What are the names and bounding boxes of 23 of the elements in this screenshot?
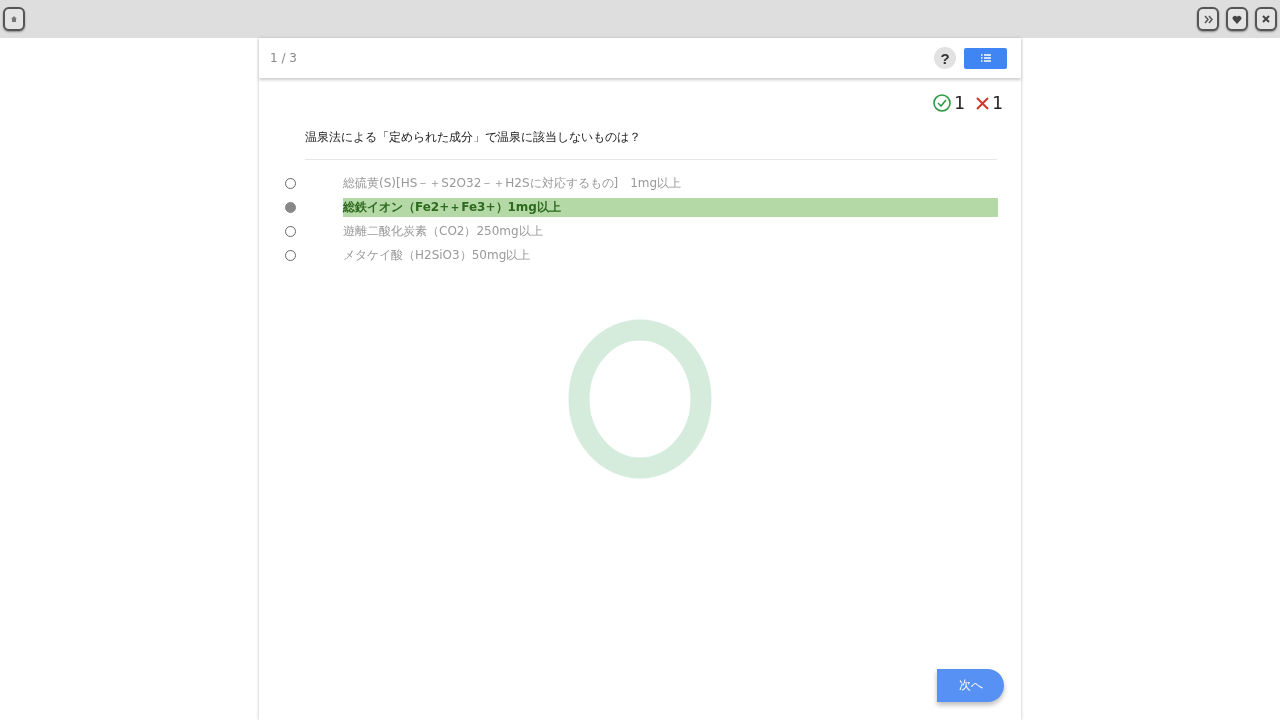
list-icon: [980, 54, 991, 62]
home-button[interactable]: [3, 7, 25, 31]
menu-button[interactable]: [964, 47, 1007, 69]
answer-option[interactable]: 総鉄イオン（Fe2+＋Fe3+）1mg以上: [343, 197, 998, 217]
answer-option[interactable]: メタケイ酸（H2SiO3）50mg以上: [343, 245, 998, 265]
forward-button[interactable]: [1197, 7, 1219, 31]
next-button[interactable]: 次へ: [937, 669, 1004, 702]
question-text: 温泉法による「定められた成分」で温泉に該当しないものは？: [305, 129, 997, 160]
favorite-button[interactable]: [1226, 7, 1248, 31]
check-circle-icon: [933, 94, 952, 112]
answer-option[interactable]: 総硫黄(S)[HS－＋S2O32－＋H2Sに対応するもの] 1mg以上: [343, 173, 998, 193]
home-icon: [10, 15, 18, 23]
help-button[interactable]: ?: [934, 47, 956, 69]
double-chevron-icon: [1203, 14, 1213, 24]
correct-count: 1: [954, 93, 966, 113]
wrong-count: 1: [992, 93, 1003, 113]
close-button[interactable]: [1255, 7, 1277, 31]
progress-counter: 1 / 3: [270, 51, 297, 65]
cross-icon: [976, 96, 990, 110]
radio-button[interactable]: [285, 201, 296, 213]
close-icon: [1262, 15, 1270, 23]
answer-option[interactable]: 遊離二酸化炭素（CO2）250mg以上: [343, 221, 998, 241]
heart-icon: [1232, 14, 1242, 24]
